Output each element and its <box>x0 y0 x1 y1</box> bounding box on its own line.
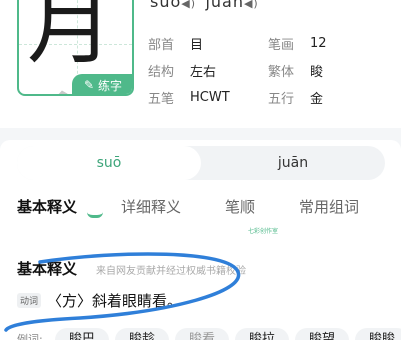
tab-stroke-order[interactable]: 笔顺 <box>225 196 255 217</box>
definition-text: 〈方〉斜着眼睛看。 <box>47 292 183 310</box>
character-header: 月夋 ✎ 练字 suō◀) juān◀) 部首目 笔画12 结构左右 繁体睃 五… <box>0 0 401 128</box>
character-info: 部首目 笔画 12 结构 左右 繁体睃 五笔 HCWT 五行金 <box>148 30 388 111</box>
tab-pinyin-suo[interactable]: suō <box>17 146 201 180</box>
pen-icon: ✎ <box>83 78 95 92</box>
example-word-chip[interactable]: 睃睃 <box>355 328 401 340</box>
example-word-chip[interactable]: 睃巴 <box>55 328 110 340</box>
example-words: 例词: 睃巴 睃趁 睃看 睃拉 睃望 睃睃 <box>17 328 401 340</box>
pinyin-tabs: suō juān <box>17 146 385 180</box>
character-box: 月夋 ✎ 练字 <box>17 0 134 96</box>
tab-common-words[interactable]: 常用组词 <box>299 196 359 217</box>
tab-indicator <box>87 212 103 218</box>
info-row: 部首目 笔画 12 <box>148 36 327 53</box>
tab-basic-meaning[interactable]: 基本释义 <box>17 196 77 217</box>
pinyin-readout: suō◀) juān◀) <box>150 0 258 11</box>
tab-detailed-meaning[interactable]: 详细释义 <box>121 196 181 217</box>
info-row: 五笔 HCWT 五行金 <box>148 90 324 107</box>
examples-label: 例词: <box>17 333 43 340</box>
example-word-chip[interactable]: 睃看 <box>175 328 230 340</box>
definition-source: 来自网友贡献并经过权威书籍校验 <box>96 266 246 277</box>
watermark: 七彩创作室 <box>248 228 279 235</box>
speaker-icon[interactable]: ◀) <box>244 0 258 10</box>
example-word-chip[interactable]: 睃拉 <box>235 328 290 340</box>
speaker-icon[interactable]: ◀) <box>181 0 195 10</box>
definition-panel: suō juān 基本释义 详细释义 笔顺 常用组词 七彩创作室 基本释义 来自… <box>0 140 401 340</box>
definition-entry: 动词 〈方〉斜着眼睛看。 <box>17 290 182 311</box>
content-tabs: 基本释义 详细释义 笔顺 常用组词 <box>17 192 387 222</box>
definition-title: 基本释义 <box>17 260 78 278</box>
example-word-chip[interactable]: 睃望 <box>295 328 350 340</box>
example-word-chip[interactable]: 睃趁 <box>115 328 170 340</box>
practice-button[interactable]: ✎ 练字 <box>72 74 132 94</box>
part-of-speech-tag: 动词 <box>17 293 42 308</box>
tab-pinyin-juan[interactable]: juān <box>201 146 385 180</box>
info-row: 结构 左右 繁体睃 <box>148 65 324 80</box>
